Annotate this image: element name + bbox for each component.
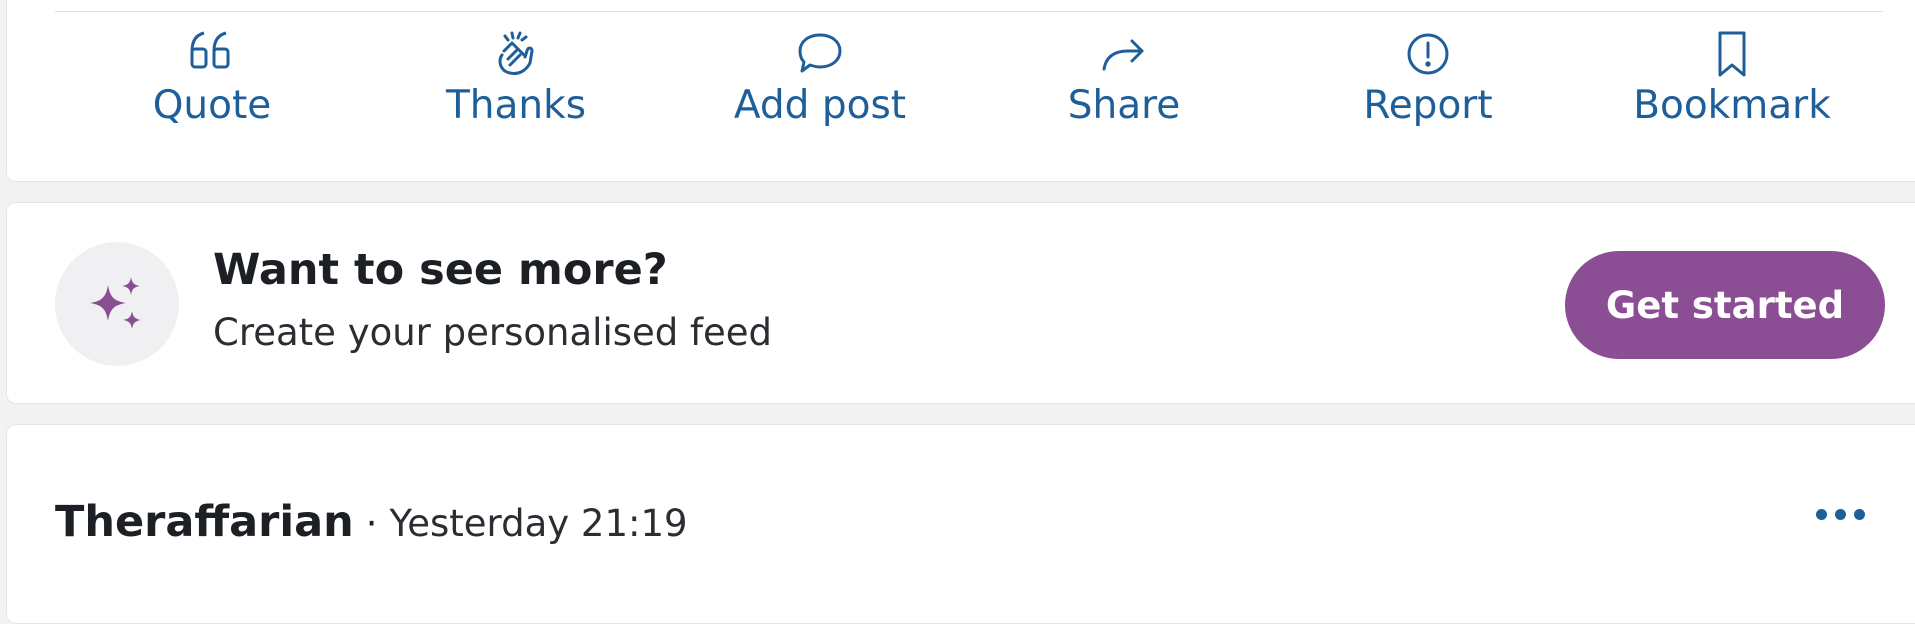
sparkles-icon xyxy=(55,242,179,366)
post-author[interactable]: Theraffarian xyxy=(55,497,354,547)
bookmark-label: Bookmark xyxy=(1633,83,1831,128)
share-button[interactable]: Share xyxy=(972,29,1276,131)
add-post-label: Add post xyxy=(733,83,907,128)
quote-icon xyxy=(60,29,364,79)
report-label: Report xyxy=(1363,83,1493,128)
meta-separator: · xyxy=(365,502,378,545)
quote-button[interactable]: Quote xyxy=(60,29,364,131)
divider xyxy=(55,11,1883,12)
more-dots-icon[interactable] xyxy=(1810,503,1871,526)
get-started-button[interactable]: Get started xyxy=(1565,251,1885,359)
alert-circle-icon xyxy=(1276,29,1580,79)
post-actions-card: Quote Thanks Add post Share Report Bookm… xyxy=(6,0,1915,182)
share-arrow-icon xyxy=(972,29,1276,79)
promo-title: Want to see more? xyxy=(213,245,668,295)
bookmark-button[interactable]: Bookmark xyxy=(1580,29,1884,131)
thanks-button[interactable]: Thanks xyxy=(364,29,668,131)
feed-promo-card: Want to see more? Create your personalis… xyxy=(6,202,1915,404)
add-post-button[interactable]: Add post xyxy=(668,29,972,131)
quote-label: Quote xyxy=(152,83,272,128)
thanks-label: Thanks xyxy=(445,83,587,128)
chat-bubble-icon xyxy=(668,29,972,79)
report-button[interactable]: Report xyxy=(1276,29,1580,131)
share-label: Share xyxy=(1067,83,1181,128)
post-card: Theraffarian · Yesterday 21:19 xyxy=(6,424,1915,624)
post-actions-bar: Quote Thanks Add post Share Report Bookm… xyxy=(7,29,1915,131)
post-timestamp: Yesterday 21:19 xyxy=(389,502,688,545)
bookmark-icon xyxy=(1580,29,1884,79)
promo-subtitle: Create your personalised feed xyxy=(213,311,773,354)
post-header: Theraffarian · Yesterday 21:19 xyxy=(55,497,688,547)
clap-icon xyxy=(364,29,668,79)
